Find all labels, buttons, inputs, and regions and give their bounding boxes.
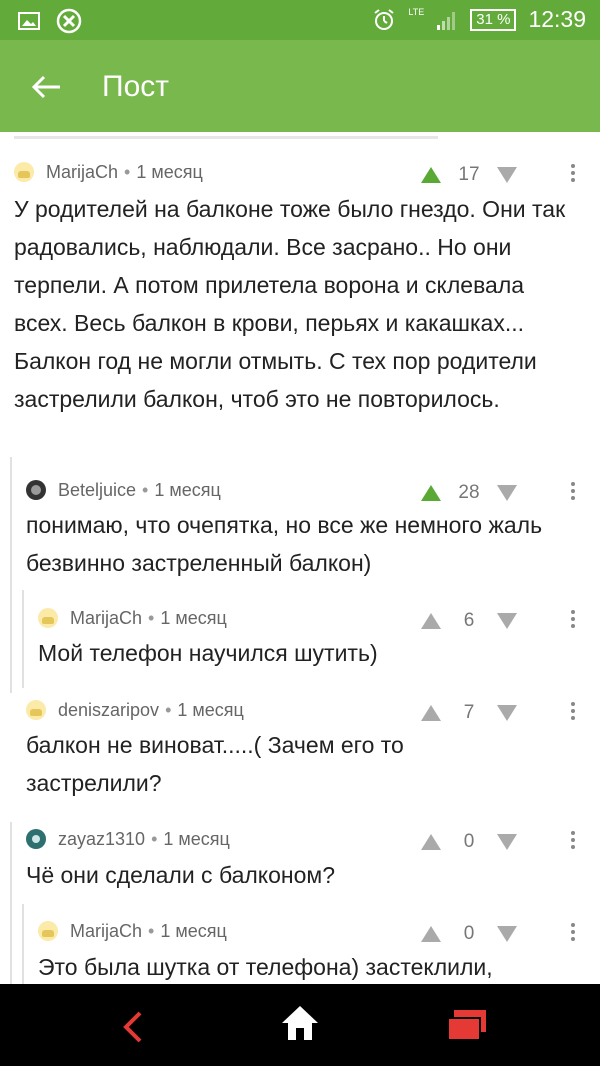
page-title: Пост <box>102 70 169 103</box>
vote-count: 0 <box>463 923 475 944</box>
signal-icon <box>437 11 456 30</box>
separator-dot: • <box>151 828 158 849</box>
upvote-icon[interactable] <box>421 834 441 850</box>
vote-count: 28 <box>458 482 480 503</box>
blocked-notification-icon <box>56 8 82 34</box>
comment-time: 1 месяц <box>136 161 203 182</box>
avatar[interactable] <box>26 700 46 720</box>
downvote-icon[interactable] <box>497 485 517 501</box>
comment-time: 1 месяц <box>177 699 244 720</box>
comment-header: zayaz1310 • 1 месяц <box>26 827 230 851</box>
app-bar: Пост <box>0 40 600 132</box>
upvote-icon[interactable] <box>421 705 441 721</box>
vote-controls: 7 <box>421 702 517 724</box>
thread-line <box>22 904 24 984</box>
vote-count: 0 <box>463 831 475 852</box>
vote-controls: 0 <box>421 923 517 945</box>
more-options-icon[interactable] <box>571 482 575 503</box>
comment-time: 1 месяц <box>154 479 221 500</box>
upvote-icon[interactable] <box>421 485 441 501</box>
comment-time: 1 месяц <box>160 607 227 628</box>
separator-dot: • <box>142 479 149 500</box>
arrow-left-icon[interactable] <box>30 70 64 104</box>
separator-dot: • <box>165 699 172 720</box>
comment-author[interactable]: MarijaCh <box>46 162 118 183</box>
vote-count: 7 <box>463 702 475 723</box>
lte-label: LTE <box>408 6 425 17</box>
battery-indicator: 31 % <box>470 8 517 31</box>
more-options-icon[interactable] <box>571 610 575 631</box>
comment-header: MarijaCh • 1 месяц <box>38 606 227 630</box>
chevron-left-icon[interactable] <box>118 1010 148 1044</box>
comment-header: MarijaCh • 1 месяц <box>38 919 227 943</box>
vote-controls: 17 <box>421 164 517 186</box>
comment-header: Beteljuice • 1 месяц <box>26 478 221 502</box>
more-options-icon[interactable] <box>571 923 575 944</box>
comment-text: Мой телефон научился шутить) <box>38 640 378 666</box>
upvote-icon[interactable] <box>421 613 441 629</box>
comment-text: понимаю, что очепятка, но все же немного… <box>26 512 543 576</box>
avatar[interactable] <box>38 608 58 628</box>
more-options-icon[interactable] <box>571 831 575 852</box>
downvote-icon[interactable] <box>497 834 517 850</box>
downvote-icon[interactable] <box>497 705 517 721</box>
thread-line <box>10 457 12 693</box>
avatar[interactable] <box>26 829 46 849</box>
status-time: 12:39 <box>528 6 586 32</box>
divider <box>14 136 438 139</box>
avatar[interactable] <box>14 162 34 182</box>
comment-time: 1 месяц <box>163 828 230 849</box>
vote-count: 6 <box>463 610 475 631</box>
separator-dot: • <box>148 607 155 628</box>
comment-header: deniszaripov • 1 месяц <box>26 698 244 722</box>
thread-line <box>22 590 24 688</box>
vote-controls: 0 <box>421 831 517 853</box>
comment-author[interactable]: MarijaCh <box>70 608 142 629</box>
vote-controls: 6 <box>421 610 517 632</box>
upvote-icon[interactable] <box>421 167 441 183</box>
navigation-bar <box>0 984 600 1066</box>
comment-text: Это была шутка от телефона) застеклили, <box>38 954 493 980</box>
comment-text: балкон не виноват.....( Зачем его то зас… <box>26 732 404 796</box>
comment-author[interactable]: deniszaripov <box>58 700 159 721</box>
separator-dot: • <box>124 161 131 182</box>
gallery-notification-icon <box>18 12 40 30</box>
vote-controls: 28 <box>421 482 517 504</box>
avatar[interactable] <box>26 480 46 500</box>
more-options-icon[interactable] <box>571 702 575 723</box>
comment-text: Чё они сделали с балконом? <box>26 862 336 888</box>
home-icon[interactable] <box>280 1004 320 1042</box>
more-options-icon[interactable] <box>571 164 575 185</box>
comment-text: У родителей на балконе тоже было гнездо.… <box>14 196 566 412</box>
downvote-icon[interactable] <box>497 167 517 183</box>
thread-line <box>10 822 12 984</box>
vote-count: 17 <box>458 164 480 185</box>
separator-dot: • <box>148 920 155 941</box>
status-bar: LTE 31 % 12:39 <box>0 0 600 40</box>
upvote-icon[interactable] <box>421 926 441 942</box>
comment-time: 1 месяц <box>160 920 227 941</box>
downvote-icon[interactable] <box>497 613 517 629</box>
comment-author[interactable]: zayaz1310 <box>58 829 145 850</box>
comments-feed[interactable]: MarijaCh • 1 месяц 17 У родителей на бал… <box>0 132 600 984</box>
comment-header: MarijaCh • 1 месяц <box>14 160 203 184</box>
comment-author[interactable]: MarijaCh <box>70 921 142 942</box>
avatar[interactable] <box>38 921 58 941</box>
recent-apps-icon[interactable] <box>446 1008 488 1042</box>
downvote-icon[interactable] <box>497 926 517 942</box>
alarm-icon <box>374 8 394 30</box>
comment-author[interactable]: Beteljuice <box>58 480 136 501</box>
